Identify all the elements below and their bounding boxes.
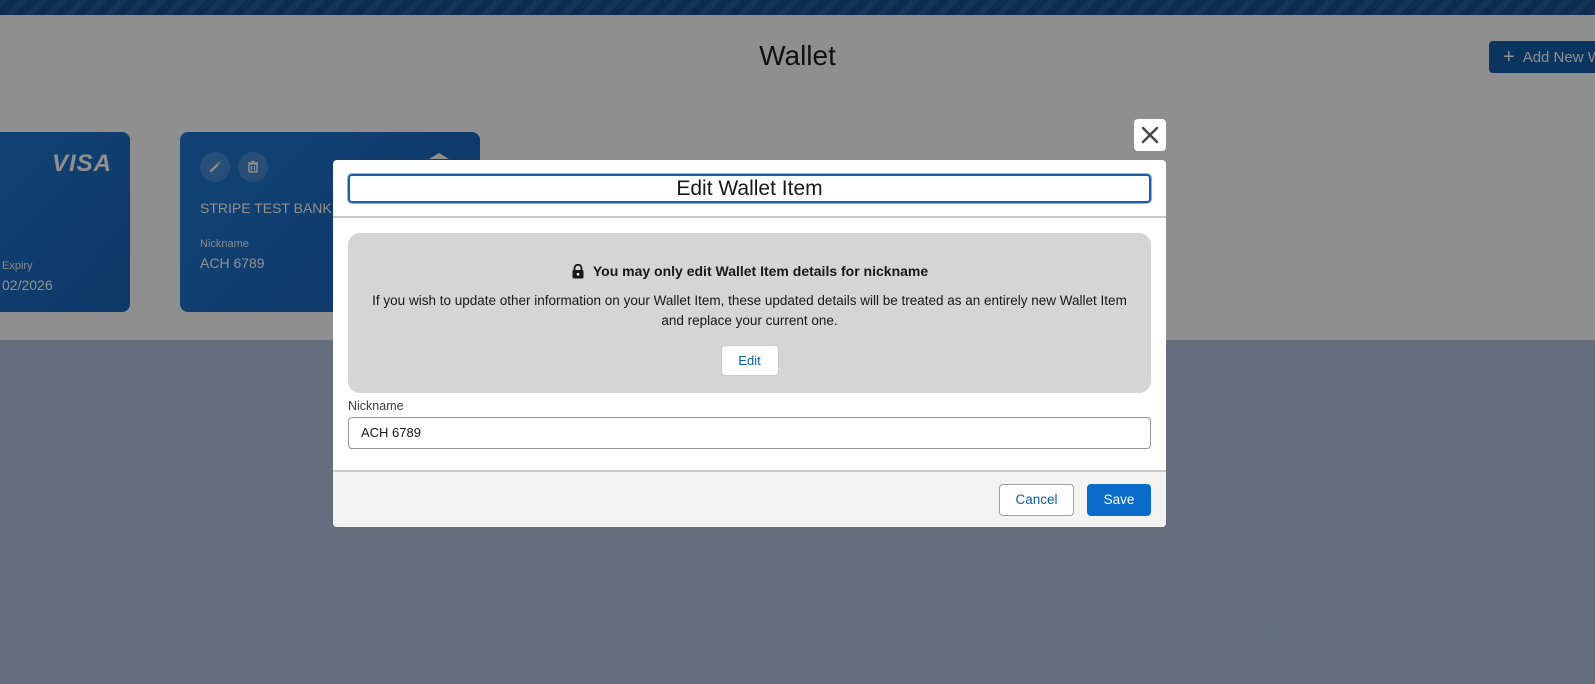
- notice-edit-button[interactable]: Edit: [720, 345, 779, 376]
- lock-icon: [572, 263, 584, 278]
- notice-heading-text: You may only edit Wallet Item details fo…: [592, 263, 929, 279]
- notice-text: If you wish to update other information …: [372, 293, 1127, 328]
- notice-heading: You may only edit Wallet Item details fo…: [348, 263, 1151, 279]
- edit-wallet-item-modal: Edit Wallet Item You may only edit Walle…: [333, 160, 1166, 527]
- modal-title[interactable]: Edit Wallet Item: [348, 174, 1151, 203]
- edit-notice: You may only edit Wallet Item details fo…: [348, 233, 1151, 393]
- modal-footer: Cancel Save: [333, 470, 1166, 527]
- cancel-button[interactable]: Cancel: [999, 484, 1074, 516]
- modal-close-button[interactable]: [1134, 119, 1166, 151]
- nickname-label: Nickname: [348, 399, 404, 413]
- modal-body: You may only edit Wallet Item details fo…: [333, 218, 1166, 449]
- nickname-input[interactable]: ACH 6789: [348, 417, 1151, 449]
- save-button[interactable]: Save: [1087, 484, 1151, 516]
- modal-header: Edit Wallet Item: [333, 160, 1166, 218]
- close-icon: [1141, 126, 1159, 144]
